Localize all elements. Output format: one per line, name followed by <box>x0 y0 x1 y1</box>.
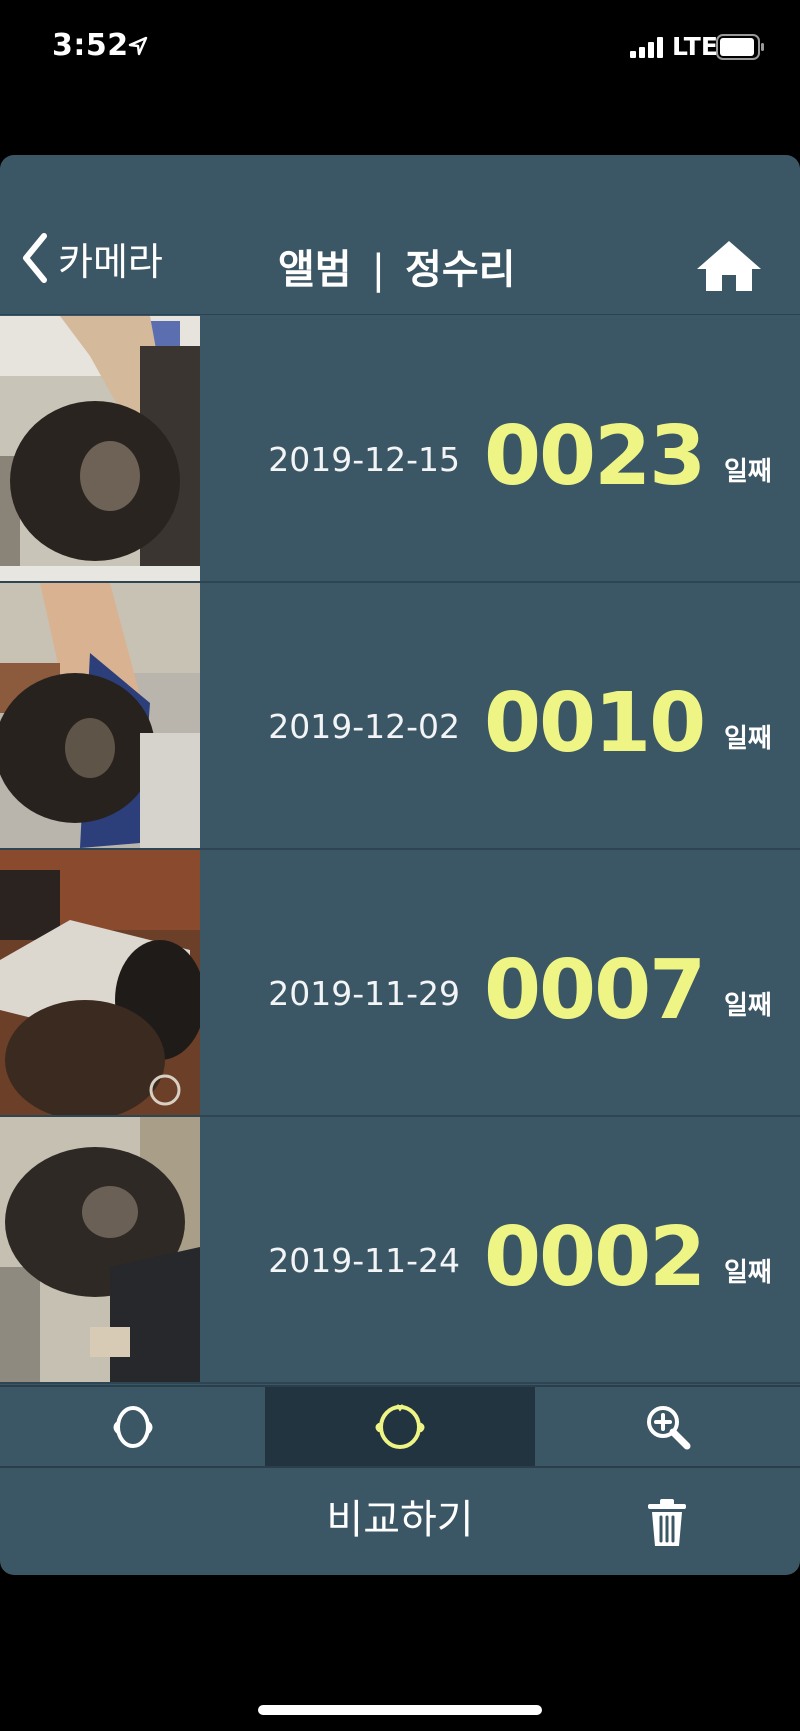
zoom-in-icon <box>646 1405 690 1449</box>
row-day-suffix: 일째 <box>724 457 772 487</box>
head-front-icon <box>113 1405 152 1448</box>
list-item[interactable]: 2019-12-02 0010 일째 <box>0 583 800 850</box>
tab-front-view[interactable] <box>0 1387 265 1466</box>
photo-thumbnail <box>0 583 200 848</box>
home-icon[interactable] <box>694 237 764 293</box>
location-arrow-icon <box>128 36 148 56</box>
trash-icon[interactable] <box>646 1498 688 1548</box>
photo-thumbnail <box>0 316 200 581</box>
row-day-count: 0007 <box>484 943 706 1038</box>
row-day-count: 0023 <box>484 409 706 504</box>
photo-list: 2019-12-15 0023 일째 2019-12-02 0010 일째 20… <box>0 316 800 1541</box>
back-label: 카메라 <box>58 239 163 284</box>
home-indicator <box>258 1705 542 1715</box>
compare-button[interactable]: 비교하기 <box>300 1490 500 1550</box>
row-date: 2019-12-02 <box>268 707 460 746</box>
list-item[interactable]: 2019-11-29 0007 일째 <box>0 850 800 1117</box>
bottom-bar: 비교하기 <box>0 1468 800 1575</box>
row-date: 2019-12-15 <box>268 440 460 479</box>
photo-thumbnail <box>0 1117 200 1382</box>
row-date: 2019-11-24 <box>268 1241 460 1280</box>
network-label: LTE <box>672 32 718 61</box>
chevron-left-icon <box>23 233 47 283</box>
list-item[interactable]: 2019-11-24 0002 일째 <box>0 1117 800 1384</box>
status-bar: 3:52 LTE <box>0 0 800 100</box>
screen: 3:52 LTE 카메라 앨범 | 정수리 2019-12-15 0023 일째… <box>0 0 800 1731</box>
mode-tabs <box>0 1385 800 1468</box>
tab-crown-view[interactable] <box>265 1387 535 1466</box>
row-day-suffix: 일째 <box>724 724 772 754</box>
back-button[interactable]: 카메라 <box>18 233 163 284</box>
battery-icon <box>716 34 764 60</box>
row-day-count: 0010 <box>484 676 706 771</box>
list-item[interactable]: 2019-12-15 0023 일째 <box>0 316 800 583</box>
row-day-suffix: 일째 <box>724 991 772 1021</box>
head-top-icon <box>375 1403 425 1449</box>
title-album: 앨범 <box>278 247 352 293</box>
album-panel: 카메라 앨범 | 정수리 2019-12-15 0023 일째 2019-12-… <box>0 155 800 1575</box>
title-crown: 정수리 <box>405 247 516 293</box>
nav-bar: 카메라 앨범 | 정수리 <box>0 155 800 315</box>
status-time: 3:52 <box>52 28 129 63</box>
row-date: 2019-11-29 <box>268 974 460 1013</box>
page-title: 앨범 | 정수리 <box>278 237 516 295</box>
photo-thumbnail <box>0 850 200 1115</box>
title-separator: | <box>371 247 386 293</box>
row-day-suffix: 일째 <box>724 1258 772 1288</box>
row-day-count: 0002 <box>484 1210 706 1305</box>
tab-zoom-view[interactable] <box>535 1387 800 1466</box>
signal-bars-icon <box>630 37 663 58</box>
